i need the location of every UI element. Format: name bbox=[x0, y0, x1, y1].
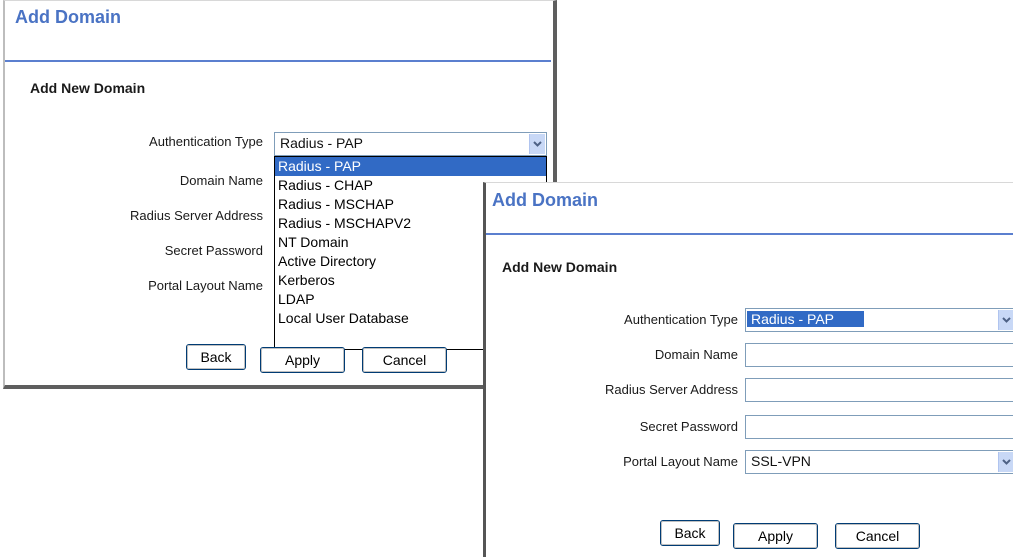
apply-button[interactable]: Apply bbox=[733, 523, 818, 549]
radius-server-label: Radius Server Address bbox=[605, 382, 738, 397]
add-domain-window-back: Add Domain Add New Domain Authentication… bbox=[3, 0, 557, 389]
auth-type-select[interactable]: Radius - PAP bbox=[274, 132, 547, 156]
auth-type-value: Radius - PAP bbox=[280, 135, 363, 151]
auth-type-label: Authentication Type bbox=[624, 312, 738, 327]
add-domain-window-front: Add Domain Add New Domain Authentication… bbox=[483, 182, 1013, 557]
section-heading: Add New Domain bbox=[502, 259, 618, 275]
title-divider bbox=[5, 60, 551, 62]
title-divider bbox=[486, 233, 1013, 235]
auth-type-value: Radius - PAP bbox=[747, 311, 864, 327]
back-button[interactable]: Back bbox=[186, 344, 246, 370]
domain-name-field[interactable] bbox=[745, 343, 1013, 367]
apply-button-label: Apply bbox=[261, 348, 344, 372]
portal-layout-label: Portal Layout Name bbox=[148, 278, 263, 293]
portal-layout-label: Portal Layout Name bbox=[623, 454, 738, 469]
radius-server-label: Radius Server Address bbox=[130, 208, 263, 223]
portal-layout-select[interactable]: SSL-VPN bbox=[745, 450, 1013, 474]
secret-password-label: Secret Password bbox=[639, 419, 738, 434]
cancel-button-label: Cancel bbox=[363, 348, 446, 372]
chevron-down-icon[interactable] bbox=[529, 134, 545, 154]
portal-layout-value: SSL-VPN bbox=[751, 453, 811, 469]
section-heading: Add New Domain bbox=[30, 80, 146, 96]
window-title: Add Domain bbox=[492, 190, 598, 210]
secret-password-field[interactable] bbox=[745, 415, 1013, 439]
secret-password-label: Secret Password bbox=[164, 243, 263, 258]
chevron-down-icon[interactable] bbox=[998, 452, 1013, 472]
auth-type-label: Authentication Type bbox=[149, 134, 263, 149]
dropdown-option[interactable]: Radius - PAP bbox=[275, 157, 546, 176]
cancel-button[interactable]: Cancel bbox=[835, 523, 920, 549]
apply-button[interactable]: Apply bbox=[260, 347, 345, 373]
back-button-label: Back bbox=[187, 345, 245, 369]
chevron-down-icon[interactable] bbox=[998, 310, 1013, 330]
cancel-button-label: Cancel bbox=[836, 524, 919, 548]
domain-name-label: Domain Name bbox=[654, 347, 738, 362]
back-button[interactable]: Back bbox=[660, 520, 720, 546]
domain-name-label: Domain Name bbox=[179, 173, 263, 188]
apply-button-label: Apply bbox=[734, 524, 817, 548]
auth-type-select[interactable]: Radius - PAP bbox=[745, 308, 1013, 332]
radius-server-field[interactable] bbox=[745, 378, 1013, 402]
back-button-label: Back bbox=[661, 521, 719, 545]
cancel-button[interactable]: Cancel bbox=[362, 347, 447, 373]
window-title: Add Domain bbox=[15, 7, 121, 27]
